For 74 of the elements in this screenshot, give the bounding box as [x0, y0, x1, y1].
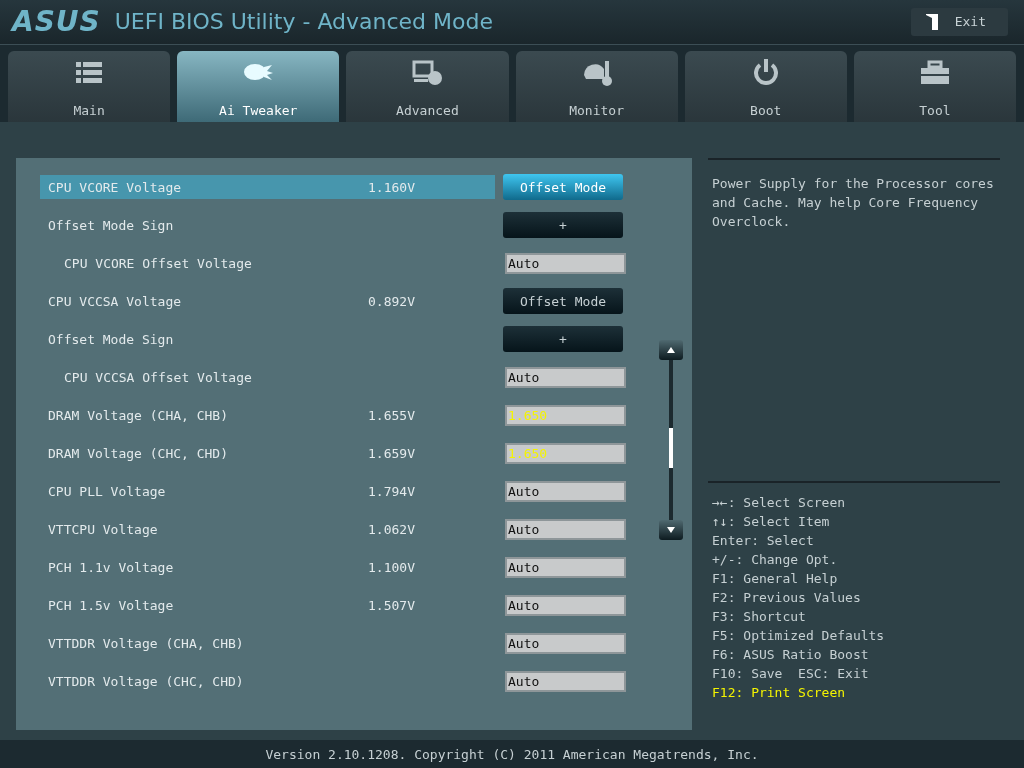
key-hint: F6: ASUS Ratio Boost: [712, 646, 870, 665]
tab[interactable]: Tool: [853, 50, 1017, 123]
setting-label: PCH 1.1v Voltage: [48, 559, 175, 575]
voltage-reading: 1.659V: [368, 445, 415, 461]
setting-label: CPU VCORE Offset Voltage: [63, 255, 253, 271]
input-field[interactable]: Auto: [505, 252, 626, 274]
window-title: UEFI BIOS Utility - Advanced Mode: [114, 9, 494, 35]
up-arrow-icon: [667, 347, 675, 354]
option-button[interactable]: +: [503, 326, 623, 353]
help-description: Power Supply for the Processor cores and Cache. May help Core Frequency Overclock.: [708, 158, 1000, 232]
setting-label: CPU VCORE Voltage: [48, 179, 183, 195]
setting-label: DRAM Voltage (CHC, CHD): [48, 445, 229, 461]
key-hint: F1: General Help: [712, 570, 839, 589]
input-field[interactable]: Auto: [505, 556, 626, 578]
setting-label: Offset Mode Sign: [48, 217, 175, 233]
row[interactable]: CPU PLL Voltage 1.794V: [40, 479, 495, 504]
row[interactable]: CPU VCCSA Offset Voltage: [40, 365, 495, 390]
voltage-reading: 1.160V: [368, 179, 415, 195]
voltage-reading: 1.655V: [368, 407, 415, 423]
key-hint: F2: Previous Values: [712, 589, 862, 608]
voltage-reading: 1.100V: [368, 559, 415, 575]
key-hint: F3: Shortcut: [712, 608, 807, 627]
voltage-reading: 1.794V: [368, 483, 415, 499]
key-hint: F12: Print Screen: [712, 684, 847, 703]
row[interactable]: Offset Mode Sign: [40, 213, 495, 238]
input-field[interactable]: Auto: [505, 594, 626, 616]
setting-label: CPU VCCSA Voltage: [48, 293, 183, 309]
highlighted-row[interactable]: CPU VCORE Voltage 1.160V: [40, 175, 495, 200]
exit-button[interactable]: Exit: [910, 7, 1008, 36]
row[interactable]: Offset Mode Sign: [40, 327, 495, 352]
key-hint: →←: Select Screen: [712, 494, 847, 513]
logo: ASUS: [12, 5, 101, 39]
tab[interactable]: Main: [8, 50, 171, 123]
setting-label: Offset Mode Sign: [48, 331, 175, 347]
row[interactable]: DRAM Voltage (CHC, CHD) 1.659V: [40, 441, 495, 466]
tab[interactable]: Ai Tweaker: [177, 50, 340, 123]
voltage-reading: 1.507V: [368, 597, 415, 613]
setting-label: VTTCPU Voltage: [48, 521, 159, 537]
key-hint: +/-: Change Opt.: [712, 551, 839, 570]
setting-label: CPU PLL Voltage: [48, 483, 167, 499]
input-field[interactable]: Auto: [505, 670, 626, 692]
option-button[interactable]: Offset Mode: [503, 174, 623, 201]
row[interactable]: VTTCPU Voltage 1.062V: [40, 517, 495, 542]
row[interactable]: CPU VCORE Offset Voltage: [40, 251, 495, 276]
row[interactable]: PCH 1.5v Voltage 1.507V: [40, 593, 495, 618]
voltage-reading: 1.062V: [368, 521, 415, 537]
key-hint: Enter: Select: [712, 532, 815, 551]
option-button[interactable]: +: [503, 212, 623, 239]
setting-label: VTTDDR Voltage (CHA, CHB): [48, 635, 245, 651]
tab[interactable]: Monitor: [515, 50, 678, 123]
row[interactable]: DRAM Voltage (CHA, CHB) 1.655V: [40, 403, 495, 428]
input-field[interactable]: Auto: [505, 632, 626, 654]
scrollbar-thumb[interactable]: [669, 428, 673, 469]
row[interactable]: PCH 1.1v Voltage 1.100V: [40, 555, 495, 580]
voltage-reading: 0.892V: [368, 293, 415, 309]
input-field[interactable]: Auto: [505, 518, 626, 540]
setting-label: CPU VCCSA Offset Voltage: [63, 369, 253, 385]
scroll-up-button[interactable]: [659, 340, 683, 361]
key-hint: F10: Save ESC: Exit: [712, 665, 870, 684]
tab[interactable]: Boot: [684, 50, 847, 123]
setting-label: DRAM Voltage (CHA, CHB): [48, 407, 229, 423]
setting-label: PCH 1.5v Voltage: [48, 597, 175, 613]
option-button[interactable]: Offset Mode: [503, 288, 623, 315]
input-field[interactable]: Auto: [505, 480, 626, 502]
scroll-down-button[interactable]: [659, 520, 683, 541]
input-field[interactable]: Auto: [505, 366, 626, 388]
key-hint: ↑↓: Select Item: [712, 513, 831, 532]
key-hint: F5: Optimized Defaults: [712, 627, 886, 646]
row[interactable]: VTTDDR Voltage (CHA, CHB): [40, 631, 495, 656]
tab[interactable]: Advanced: [346, 50, 509, 123]
row[interactable]: CPU VCCSA Voltage 0.892V: [40, 289, 495, 314]
down-arrow-icon: [667, 527, 675, 534]
row[interactable]: VTTDDR Voltage (CHC, CHD): [40, 669, 495, 694]
setting-label: VTTDDR Voltage (CHC, CHD): [48, 673, 245, 689]
